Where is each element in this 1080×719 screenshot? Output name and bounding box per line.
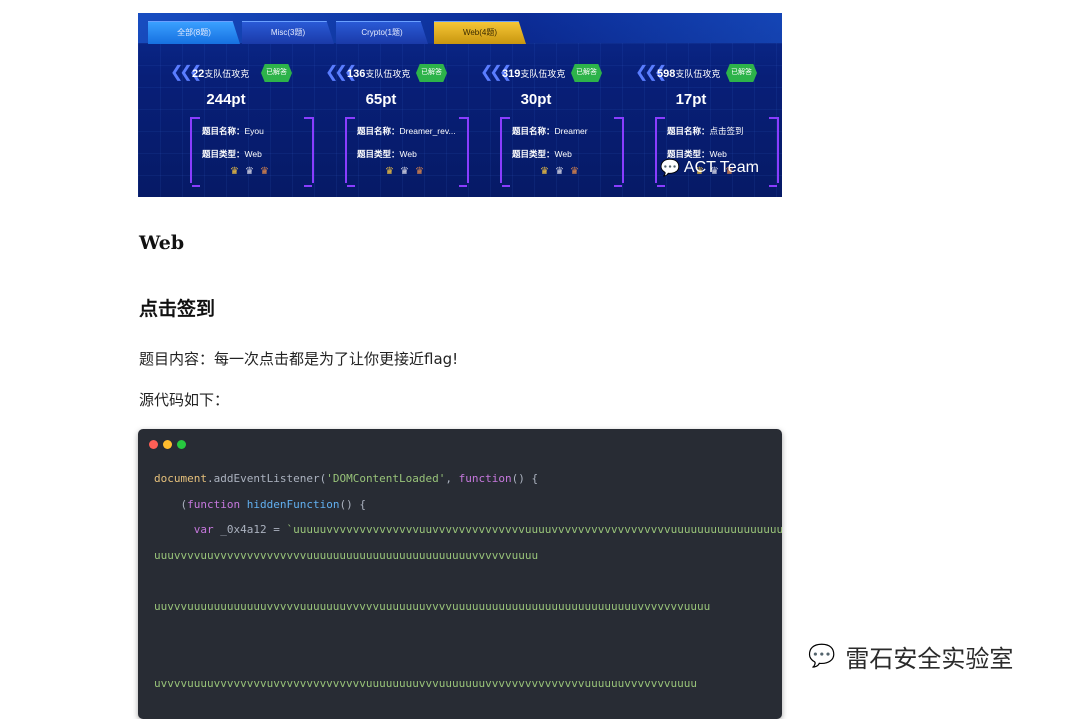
crown-icons: ♛♛♛ [540,166,585,177]
bronze-crown-icon: ♛ [259,166,275,177]
card-info-frame: 题目名称：Dreamer 题目类型：Web ♛♛♛ [500,117,624,187]
solver-count: 319支队伍攻克 [502,68,566,80]
tab-all[interactable]: 全部(8题) [148,21,240,44]
code-line-5: uuvvvuuuuuuuuuuuuvvvvvuuuuuuuvvvvvuuuuuu… [154,600,711,613]
solved-badge: 已解答 [726,64,757,82]
challenge-banner: 全部(8题) Misc(3题) Crypto(1题) Web(4题) ❮❮❮ 2… [138,13,782,197]
card-name-line: 题目名称：点击签到 [667,126,744,136]
solved-badge: 已解答 [261,64,292,82]
silver-crown-icon: ♛ [554,166,570,177]
challenge-card[interactable]: ❮❮❮ 22支队伍攻克 已解答 244pt 题目名称：Eyou 题目类型：Web… [160,63,314,191]
card-points: 17pt [675,91,707,108]
tab-web[interactable]: Web(4题) [434,21,526,44]
code-line-3: var _0x4a12 = `uuuuuvvvvvvvvvvvvvvuuvvvv… [193,523,782,536]
silver-crown-icon: ♛ [399,166,415,177]
tab-misc[interactable]: Misc(3题) [242,21,334,44]
green-dot-icon [177,440,186,449]
solved-badge: 已解答 [571,64,602,82]
tab-crypto[interactable]: Crypto(1题) [336,21,428,44]
solver-count: 136支队伍攻克 [347,68,411,80]
card-points: 244pt [206,91,246,108]
card-name-line: 题目名称：Dreamer [512,126,588,136]
code-line-4: uuuvvvvuuvvvvvvvvvvvvvvuuuuuuuuuuuuuuuuu… [154,549,539,562]
card-name-line: 题目名称：Dreamer_rev... [357,126,456,136]
challenge-title: 点击签到 [139,298,216,320]
yellow-dot-icon [163,440,172,449]
card-header: ❮❮❮ 598支队伍攻克 已解答 [635,64,757,82]
act-team-watermark: 💬 ACT Team [660,158,759,178]
card-name-line: 题目名称：Eyou [202,126,264,136]
gold-crown-icon: ♛ [540,166,555,177]
crown-icons: ♛♛♛ [385,166,430,177]
challenge-card[interactable]: ❮❮❮ 319支队伍攻克 已解答 30pt 题目名称：Dreamer 题目类型：… [470,63,624,191]
red-dot-icon [149,440,158,449]
card-header: ❮❮❮ 22支队伍攻克 已解答 [170,64,292,82]
card-type-line: 题目类型：Web [512,149,572,159]
challenge-description: 题目内容：每一次点击都是为了让你更接近flag! [139,350,459,368]
silver-crown-icon: ♛ [244,166,260,177]
bronze-crown-icon: ♛ [414,166,430,177]
card-type-line: 题目类型：Web [202,149,262,159]
wechat-icon: 💬 [660,160,680,177]
code-block[interactable]: document.addEventListener('DOMContentLoa… [138,429,782,719]
card-header: ❮❮❮ 319支队伍攻克 已解答 [480,64,602,82]
gold-crown-icon: ♛ [230,166,245,177]
section-heading: Web [139,232,185,254]
card-info-frame: 题目名称：Dreamer_rev... 题目类型：Web ♛♛♛ [345,117,469,187]
card-info-frame: 题目名称：Eyou 题目类型：Web ♛♛♛ [190,117,314,187]
window-controls [149,440,186,449]
wechat-icon: 💬 [808,644,836,669]
lab-watermark: 💬 雷石安全实验室 [808,639,1013,674]
act-team-text: ACT Team [683,159,759,176]
code-line-2: (function hiddenFunction() { [154,498,366,511]
bronze-crown-icon: ♛ [569,166,585,177]
solved-badge: 已解答 [416,64,447,82]
card-points: 30pt [520,91,552,108]
crown-icons: ♛♛♛ [230,166,275,177]
gold-crown-icon: ♛ [385,166,400,177]
solver-count: 22支队伍攻克 [192,68,250,80]
lab-watermark-text: 雷石安全实验室 [845,645,1014,673]
card-points: 65pt [365,91,397,108]
solver-count: 598支队伍攻克 [657,68,721,80]
code-line-6: uvvvvuuuuvvvvvvvvuvvvvvvvvvvvvvvuuuuuuuu… [154,677,698,690]
code-line-1: document.addEventListener('DOMContentLoa… [154,472,539,485]
card-type-line: 题目类型：Web [357,149,417,159]
card-header: ❮❮❮ 136支队伍攻克 已解答 [325,64,447,82]
source-intro: 源代码如下： [139,391,230,409]
challenge-card[interactable]: ❮❮❮ 136支队伍攻克 已解答 65pt 题目名称：Dreamer_rev..… [315,63,469,191]
